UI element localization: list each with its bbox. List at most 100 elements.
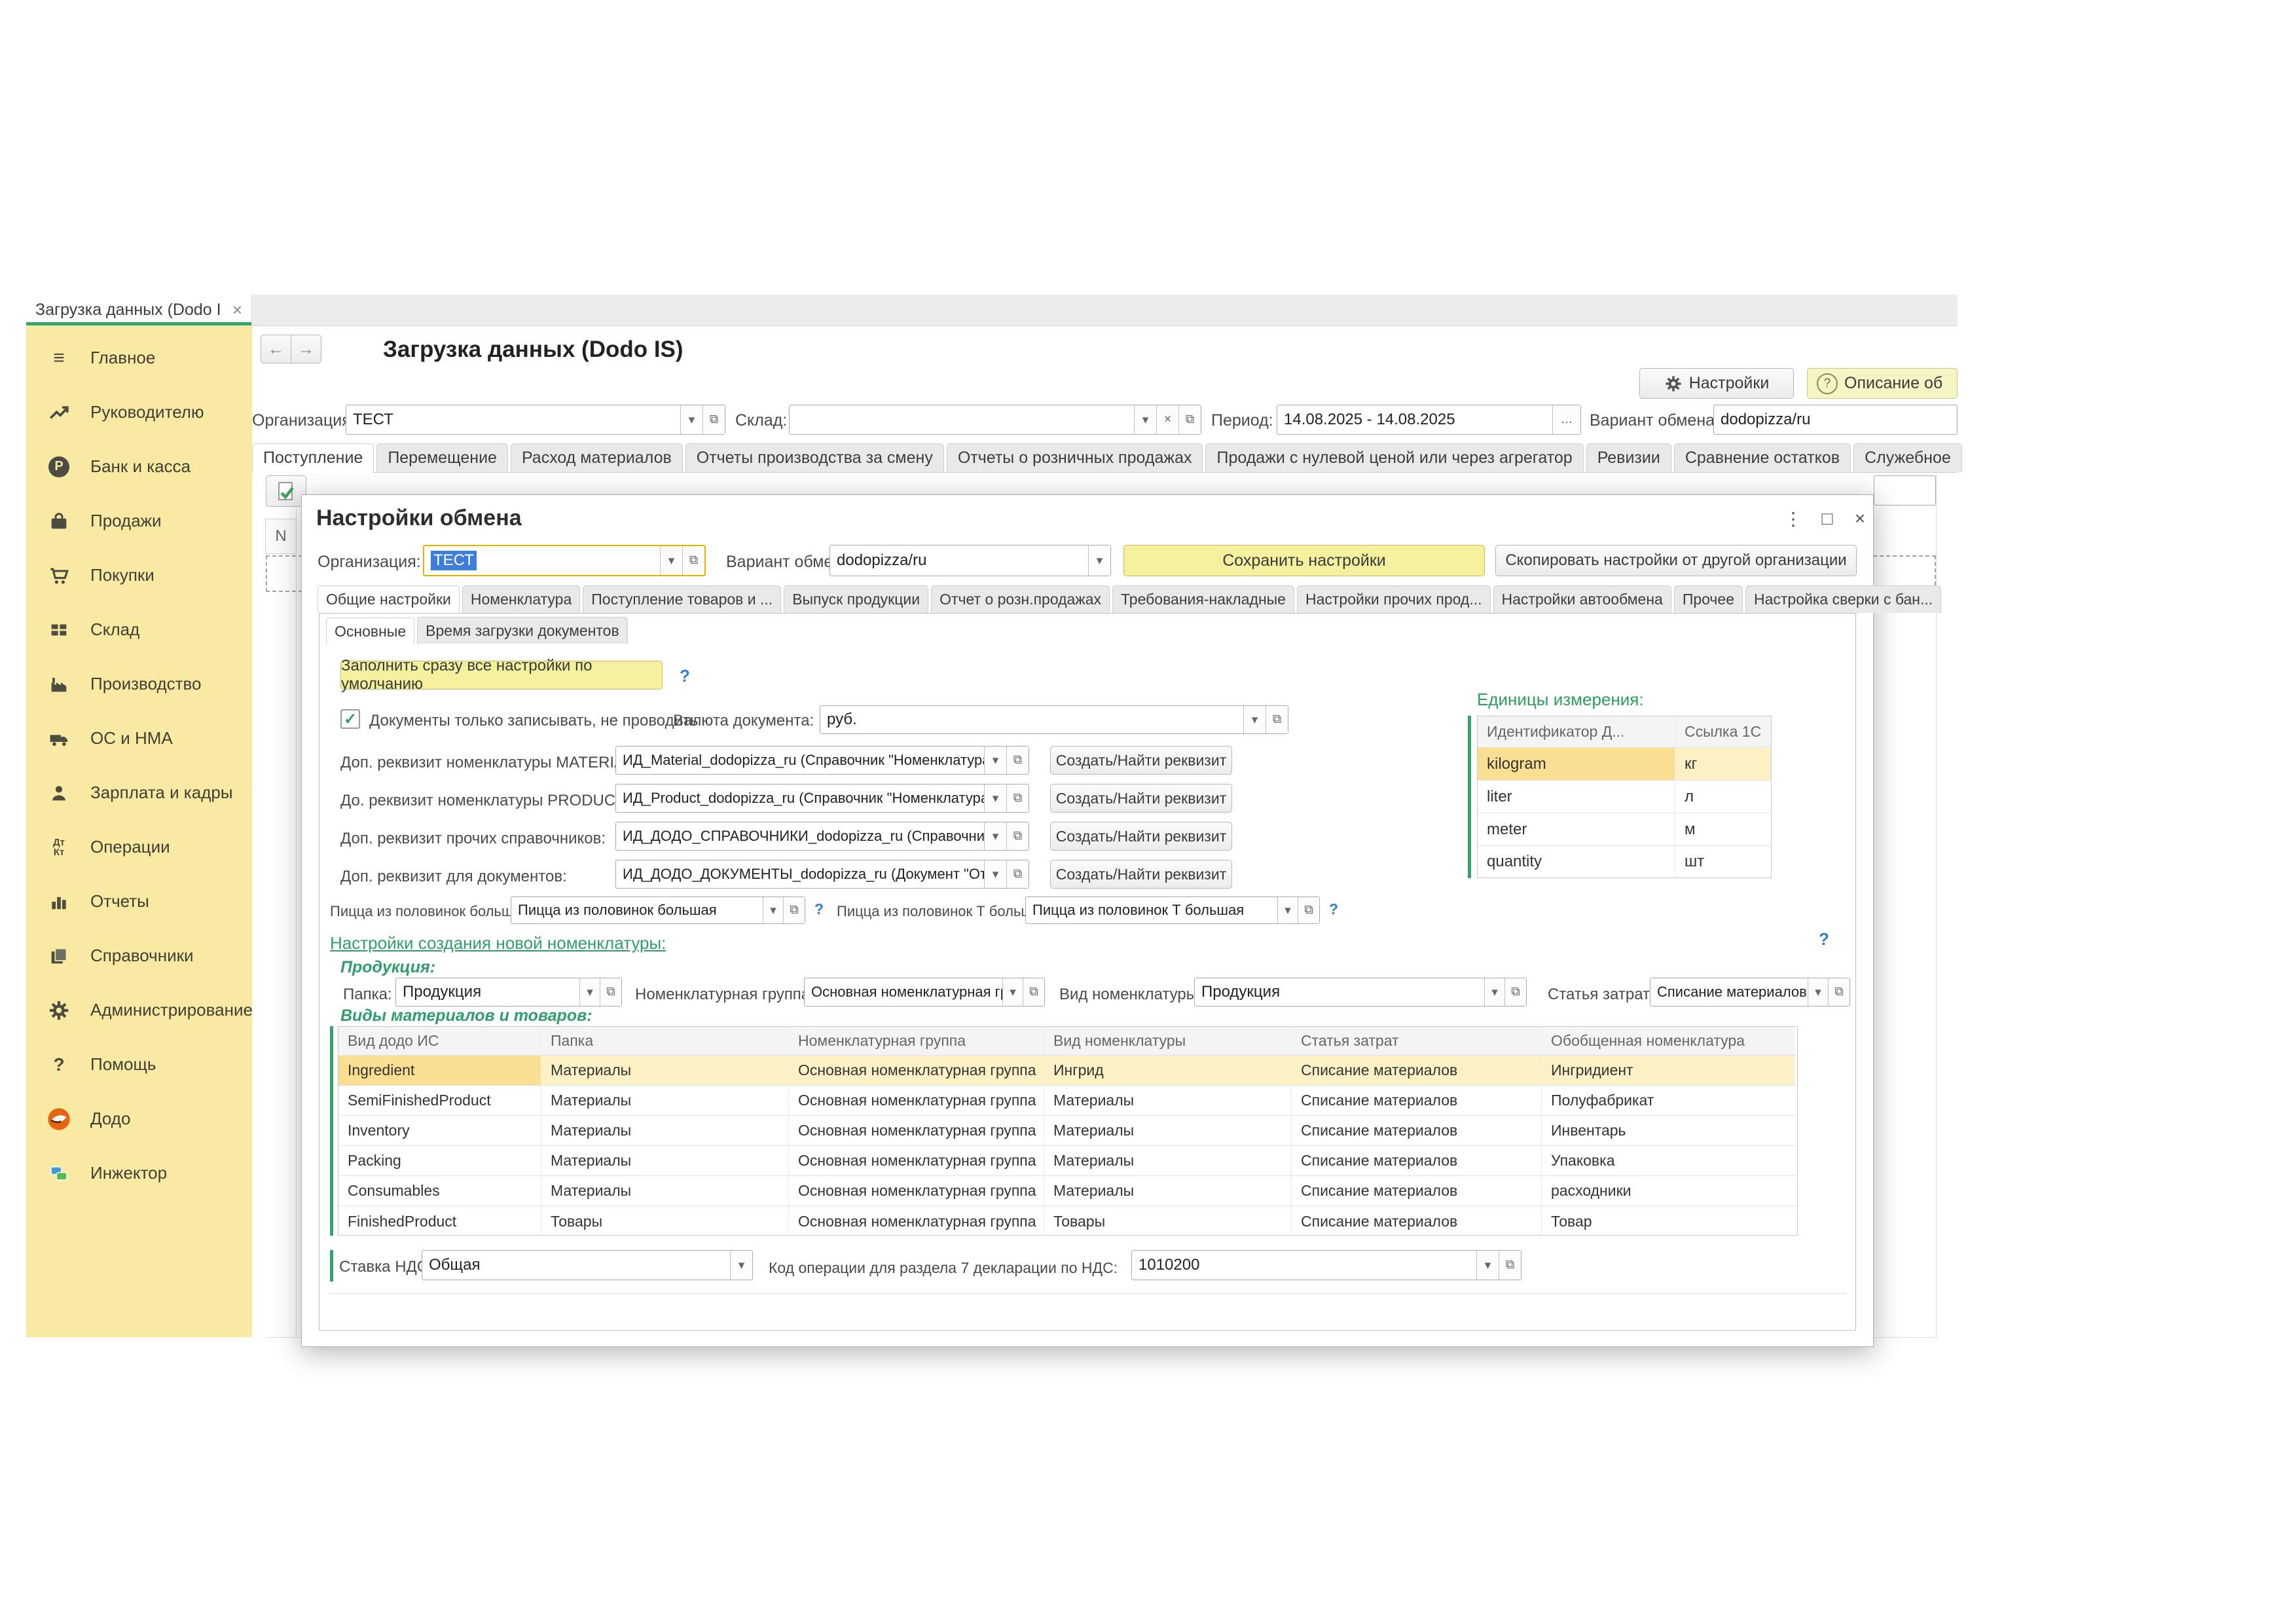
tab-otchety-proizvodstva[interactable]: Отчеты производства за смену xyxy=(685,443,944,472)
exchange-variant-field[interactable]: dodopizza/ru xyxy=(1713,405,1958,435)
table-row[interactable]: Inventory Материалы Основная номенклатур… xyxy=(338,1116,1797,1146)
vat-value[interactable]: Общая xyxy=(422,1251,730,1280)
open-icon[interactable]: ⧉ xyxy=(783,897,805,923)
cost-item-value[interactable]: Списание материалов xyxy=(1650,978,1808,1006)
new-nomenclature-heading[interactable]: Настройки создания новой номенклатуры: xyxy=(330,933,666,953)
open-icon[interactable]: ⧉ xyxy=(1298,897,1319,923)
open-icon[interactable]: ⧉ xyxy=(1006,822,1029,850)
tab-vypusk-produkcii[interactable]: Выпуск продукции xyxy=(784,585,928,613)
tab-obschie-nastroyki[interactable]: Общие настройки xyxy=(318,585,460,614)
help-icon[interactable]: ? xyxy=(1329,900,1338,918)
table-row[interactable]: Packing Материалы Основная номенклатурна… xyxy=(338,1146,1797,1176)
period-filter-value[interactable]: 14.08.2025 - 14.08.2025 xyxy=(1277,405,1552,434)
sidebar-item-rukovoditelyu[interactable]: Руководителю xyxy=(26,385,252,439)
org-filter-field[interactable]: ТЕСТ ▾ ⧉ xyxy=(346,405,725,435)
tab-sverka-bank[interactable]: Настройка сверки с бан... xyxy=(1745,585,1941,613)
dropdown-icon[interactable]: ▾ xyxy=(1088,545,1110,576)
open-icon[interactable]: ⧉ xyxy=(1828,978,1850,1006)
sidebar-item-bank-kassa[interactable]: Р Банк и касса xyxy=(26,439,252,494)
open-icon[interactable]: ⧉ xyxy=(1006,784,1029,812)
dropdown-icon[interactable]: ▾ xyxy=(730,1251,752,1280)
create-find-attr-button[interactable]: Создать/Найти реквизит xyxy=(1050,860,1232,889)
sidebar-item-pomosch[interactable]: ? Помощь xyxy=(26,1037,252,1092)
col-nom-kind[interactable]: Вид номенклатуры xyxy=(1044,1027,1292,1055)
post-document-button[interactable] xyxy=(266,475,306,507)
vat-field[interactable]: Общая ▾ xyxy=(422,1250,753,1280)
help-icon[interactable]: ? xyxy=(1819,929,1829,950)
fill-defaults-button[interactable]: Заполнить сразу все настройки по умолчан… xyxy=(340,661,663,690)
nom-kind-value[interactable]: Продукция xyxy=(1195,978,1484,1006)
nom-group-value[interactable]: Основная номенклатурная груп xyxy=(805,978,1002,1006)
open-icon[interactable]: ⧉ xyxy=(1006,860,1029,888)
op-code-value[interactable]: 1010200 xyxy=(1132,1251,1476,1280)
warehouse-filter-value[interactable] xyxy=(790,405,1134,434)
table-row[interactable]: FinishedProduct Товары Основная номенкла… xyxy=(338,1206,1797,1236)
sidebar-item-os-nma[interactable]: ОС и НМА xyxy=(26,711,252,766)
dropdown-icon[interactable]: ▾ xyxy=(1476,1251,1499,1280)
attr-catalogs-value[interactable]: ИД_ДОДО_СПРАВОЧНИКИ_dodopizza_ru (Справо… xyxy=(616,822,984,850)
document-tab[interactable]: Загрузка данных (Dodo IS) × xyxy=(26,295,252,325)
tab-sluzhebnoe[interactable]: Служебное xyxy=(1853,443,1962,472)
exchange-variant-value[interactable]: dodopizza/ru xyxy=(1714,405,1957,434)
tab-vremya-zagruzki[interactable]: Время загрузки документов xyxy=(417,617,628,644)
dropdown-icon[interactable]: ▾ xyxy=(579,978,600,1006)
tab-osnovnye[interactable]: Основные xyxy=(326,618,414,644)
attr-documents-field[interactable]: ИД_ДОДО_ДОКУМЕНТЫ_dodopizza_ru (Документ… xyxy=(615,860,1029,889)
col-cost-item[interactable]: Статья затрат xyxy=(1292,1027,1542,1055)
sidebar-item-operacii[interactable]: ДтКт Операции xyxy=(26,820,252,874)
tab-revizii[interactable]: Ревизии xyxy=(1586,443,1671,472)
table-row[interactable]: Ingredient Материалы Основная номенклату… xyxy=(338,1056,1797,1086)
folder-value[interactable]: Продукция xyxy=(396,978,579,1006)
create-find-attr-button[interactable]: Создать/Найти реквизит xyxy=(1050,784,1232,813)
open-icon[interactable]: ⧉ xyxy=(682,546,704,575)
more-icon[interactable]: ⋮ xyxy=(1779,504,1808,533)
sidebar-item-prodazhi[interactable]: Продажи xyxy=(26,494,252,548)
create-find-attr-button[interactable]: Создать/Найти реквизит xyxy=(1050,746,1232,775)
settings-button[interactable]: Настройки xyxy=(1639,368,1794,399)
attr-product-field[interactable]: ИД_Product_dodopizza_ru (Справочник "Ном… xyxy=(615,784,1029,813)
tab-sravnenie-ostatkov[interactable]: Сравнение остатков xyxy=(1674,443,1851,472)
sidebar-item-proizvodstvo[interactable]: Производство xyxy=(26,657,252,711)
dialog-variant-value[interactable]: dodopizza/ru xyxy=(830,545,1088,576)
write-only-label[interactable]: Документы только записывать, не проводит… xyxy=(369,712,699,730)
open-icon[interactable]: ⧉ xyxy=(600,978,621,1006)
back-button[interactable]: ← xyxy=(261,335,291,363)
sidebar-item-administrirovanie[interactable]: Администрирование xyxy=(26,983,252,1037)
sidebar-item-inzhektor[interactable]: Инжектор xyxy=(26,1146,252,1200)
dropdown-icon[interactable]: ▾ xyxy=(660,546,682,575)
warehouse-filter-field[interactable]: ▾ × ⧉ xyxy=(789,405,1201,435)
units-col-ref[interactable]: Ссылка 1С xyxy=(1675,716,1771,747)
tab-prochee[interactable]: Прочее xyxy=(1674,585,1743,613)
dialog-variant-field[interactable]: dodopizza/ru ▾ xyxy=(829,545,1111,576)
ellipsis-icon[interactable]: … xyxy=(1552,405,1580,434)
table-row[interactable]: SemiFinishedProduct Материалы Основная н… xyxy=(338,1086,1797,1116)
tab-nomenklatura[interactable]: Номенклатура xyxy=(462,585,580,613)
currency-value[interactable]: руб. xyxy=(820,706,1243,733)
dropdown-icon[interactable]: ▾ xyxy=(680,405,702,434)
clear-icon[interactable]: × xyxy=(1156,405,1178,434)
dropdown-icon[interactable]: ▾ xyxy=(1243,706,1266,733)
dropdown-icon[interactable]: ▾ xyxy=(1134,405,1156,434)
dropdown-icon[interactable]: ▾ xyxy=(1484,978,1504,1006)
col-nom-group[interactable]: Номенклатурная группа xyxy=(789,1027,1044,1055)
tab-peremeschenie[interactable]: Перемещение xyxy=(376,443,508,472)
pizza-half-t-value[interactable]: Пицца из половинок Т большая xyxy=(1026,897,1277,923)
open-icon[interactable]: ⧉ xyxy=(1266,706,1288,733)
nom-kind-field[interactable]: Продукция ▾ ⧉ xyxy=(1194,978,1527,1006)
units-col-identifier[interactable]: Идентификатор Д... xyxy=(1478,716,1675,747)
help-icon[interactable]: ? xyxy=(814,900,824,918)
nom-group-field[interactable]: Основная номенклатурная груп ▾ ⧉ xyxy=(804,978,1045,1006)
dropdown-icon[interactable]: ▾ xyxy=(1277,897,1298,923)
dropdown-icon[interactable]: ▾ xyxy=(763,897,783,923)
attr-material-value[interactable]: ИД_Material_dodopizza_ru (Справочник "Но… xyxy=(616,747,984,774)
dropdown-icon[interactable]: ▾ xyxy=(984,860,1006,888)
attr-documents-value[interactable]: ИД_ДОДО_ДОКУМЕНТЫ_dodopizza_ru (Документ… xyxy=(616,860,984,888)
maximize-icon[interactable]: □ xyxy=(1813,504,1842,533)
table-row[interactable]: Consumables Материалы Основная номенклат… xyxy=(338,1176,1797,1206)
close-icon[interactable]: × xyxy=(1846,504,1874,533)
pizza-half-value[interactable]: Пицца из половинок большая xyxy=(511,897,763,923)
cost-item-field[interactable]: Списание материалов ▾ ⧉ xyxy=(1650,978,1850,1006)
forward-button[interactable]: → xyxy=(291,335,321,363)
currency-field[interactable]: руб. ▾ ⧉ xyxy=(820,705,1288,734)
col-dodo-kind[interactable]: Вид додо ИС xyxy=(338,1027,541,1055)
